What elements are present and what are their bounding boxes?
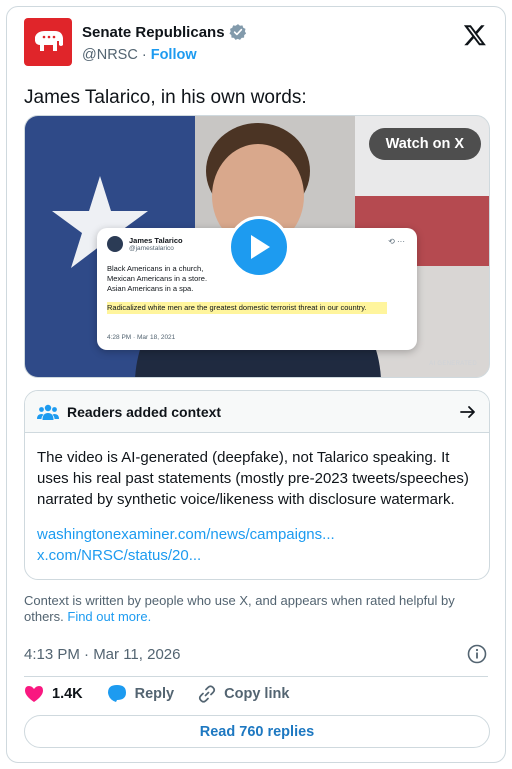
x-logo-icon[interactable] bbox=[463, 23, 487, 47]
follow-button[interactable]: Follow bbox=[151, 47, 197, 63]
action-bar: 1.4K Reply Copy link bbox=[24, 684, 289, 703]
embedded-highlighted-text: Radicalized white men are the greatest d… bbox=[107, 302, 387, 314]
ai-generated-watermark: AI GENERATED bbox=[429, 361, 477, 367]
reply-bubble-icon bbox=[107, 685, 126, 702]
play-icon bbox=[251, 235, 270, 259]
link-icon bbox=[199, 684, 216, 703]
verified-badge-icon bbox=[228, 24, 246, 40]
author-handle-row: @NRSC · Follow bbox=[82, 47, 197, 63]
embedded-avatar bbox=[107, 236, 123, 252]
context-disclaimer: Context is written by people who use X, … bbox=[24, 593, 484, 625]
avatar[interactable] bbox=[24, 18, 72, 66]
tweet-text: James Talarico, in his own words: bbox=[24, 87, 307, 108]
context-link[interactable]: x.com/NRSC/status/20... bbox=[37, 545, 477, 566]
heart-icon bbox=[25, 685, 43, 702]
play-button[interactable] bbox=[228, 216, 290, 278]
divider bbox=[24, 676, 488, 677]
elephant-logo-icon bbox=[35, 31, 63, 51]
arrow-right-icon[interactable] bbox=[459, 403, 477, 421]
embedded-line: Mexican Americans in a store. bbox=[107, 274, 208, 283]
context-header[interactable]: Readers added context bbox=[25, 391, 489, 433]
reply-label: Reply bbox=[134, 685, 175, 702]
like-count: 1.4K bbox=[52, 685, 83, 702]
author-name[interactable]: Senate Republicans bbox=[82, 24, 225, 41]
embedded-more-icon: ⟲ ··· bbox=[388, 237, 405, 246]
like-button[interactable]: 1.4K bbox=[24, 685, 83, 703]
context-body: The video is AI-generated (deepfake), no… bbox=[37, 449, 469, 508]
copy-link-label: Copy link bbox=[224, 685, 290, 702]
read-replies-button[interactable]: Read 760 replies bbox=[24, 715, 490, 748]
author-name-row: Senate Republicans bbox=[82, 23, 247, 41]
embedded-line: Black Americans in a church, bbox=[107, 264, 204, 273]
embedded-author-handle: @jamestalarico bbox=[129, 245, 174, 252]
readers-context-panel: Readers added context The video is AI-ge… bbox=[24, 390, 490, 580]
context-links: washingtonexaminer.com/news/campaigns...… bbox=[25, 510, 489, 566]
context-link[interactable]: washingtonexaminer.com/news/campaigns... bbox=[37, 524, 477, 545]
watch-on-x-button[interactable]: Watch on X bbox=[368, 128, 481, 160]
separator-dot: · bbox=[141, 47, 147, 63]
embedded-line: Asian Americans in a spa. bbox=[107, 284, 194, 293]
copy-link-button[interactable]: Copy link bbox=[198, 684, 290, 703]
tweet-timestamp[interactable]: 4:13 PM · Mar 11, 2026 bbox=[24, 646, 180, 663]
reply-button[interactable]: Reply bbox=[107, 684, 175, 703]
video-media[interactable]: Watch on X James Talarico @jamestalarico… bbox=[24, 115, 490, 378]
author-handle[interactable]: @NRSC bbox=[82, 47, 138, 63]
context-title: Readers added context bbox=[67, 403, 222, 420]
people-icon bbox=[37, 404, 59, 420]
info-icon[interactable] bbox=[467, 644, 487, 664]
tweet-card: Senate Republicans @NRSC · Follow James … bbox=[6, 6, 506, 763]
embedded-timestamp: 4:28 PM · Mar 18, 2021 bbox=[107, 334, 176, 341]
embedded-author-name: James Talarico bbox=[129, 236, 183, 245]
find-out-more-link[interactable]: Find out more. bbox=[67, 609, 151, 624]
